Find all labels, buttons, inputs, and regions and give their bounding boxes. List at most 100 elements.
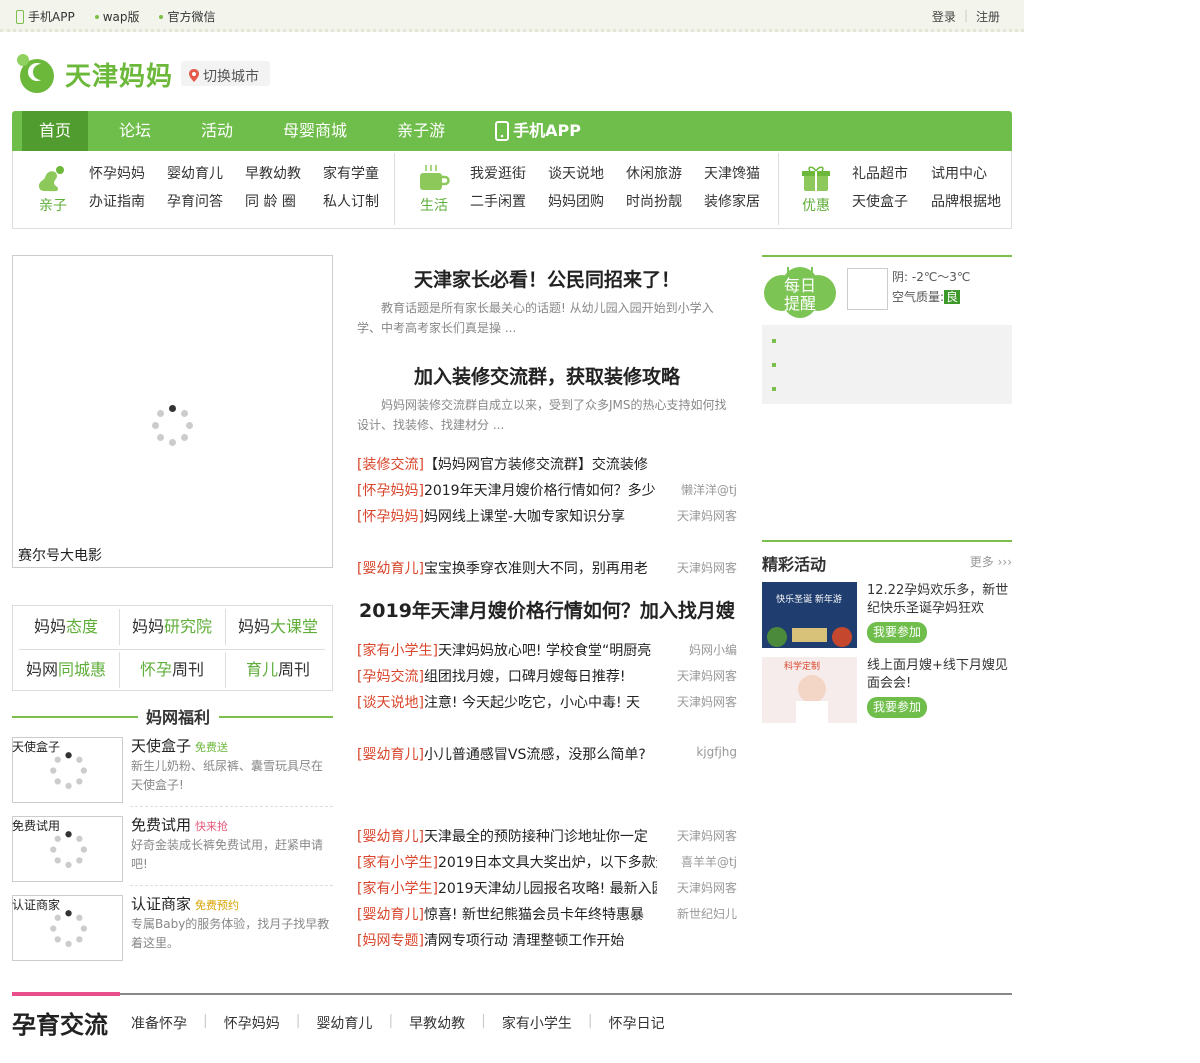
activity-item[interactable]: 科学定制 线上面月嫂+线下月嫂见面会会! 我要参加 [762, 657, 1012, 723]
welfare-thumbnail[interactable]: 认证商家 [12, 895, 123, 961]
divider [778, 153, 779, 225]
subnav-link[interactable]: 礼品超市 [852, 163, 931, 183]
quick-link[interactable]: 妈妈态度 [13, 606, 119, 648]
subnav-link[interactable]: 怀孕妈妈 [89, 163, 167, 183]
subnav-link[interactable]: 天使盒子 [852, 191, 931, 211]
activity-image[interactable]: 科学定制 [762, 657, 857, 723]
section-title: 孕育交流 [12, 1011, 108, 1039]
activity-image[interactable]: 快乐圣诞 新年游 [762, 582, 857, 648]
divider [130, 806, 333, 807]
bullet-icon [159, 14, 164, 19]
phone-icon [16, 9, 24, 24]
logo-text: 天津妈妈 [65, 62, 174, 92]
activities-header: 精彩活动 更多 ››› [762, 540, 1012, 574]
list-item[interactable]: [家有小学生]2019天津幼儿园报名攻略! 最新入园 天津妈网客 [357, 878, 737, 898]
subnav-link[interactable]: 我爱逛街 [470, 163, 548, 183]
welfare-thumbnail[interactable]: 免费试用 [12, 816, 123, 882]
list-item[interactable]: [妈网专题]清网专项行动 清理整顿工作开始 [357, 930, 737, 950]
mobile-app-link[interactable]: 手机APP [16, 8, 75, 25]
weather-icon [847, 268, 888, 310]
air-quality-badge: 良 [944, 290, 961, 304]
headline[interactable]: 天津家长必看！公民同招来了！ [357, 265, 737, 292]
subnav-link[interactable]: 天津馋猫 [704, 163, 782, 183]
subnav-link[interactable]: 品牌根据地 [931, 191, 1021, 211]
quick-link[interactable]: 妈妈大课堂 [225, 606, 331, 648]
nav-home[interactable]: 首页 [22, 111, 89, 151]
subnav-link[interactable]: 同 龄 圈 [245, 191, 323, 211]
video-player[interactable]: 赛尔号大电影 [12, 255, 333, 568]
welfare-thumbnail[interactable]: 天使盒子 [12, 737, 123, 803]
location-pin-icon [189, 69, 199, 82]
top-bar: 手机APP wap版 官方微信 登录 | 注册 [0, 0, 1024, 32]
quick-link[interactable]: 妈网同城惠 [13, 649, 119, 691]
divider [130, 885, 333, 886]
list-item[interactable]: [婴幼育儿]宝宝换季穿衣准则大不同，别再用老 天津妈网客 [357, 558, 737, 578]
daily-reminder: 每日提醒 阴: -2℃～3℃ 空气质量: 良 [762, 255, 1012, 325]
register-link[interactable]: 注册 [976, 8, 1000, 25]
nav-activity[interactable]: 活动 [182, 111, 252, 151]
list-item[interactable]: [婴幼育儿]小儿普通感冒VS流感，没那么简单? kjgfjhg [357, 744, 737, 764]
bullet-icon [772, 339, 776, 343]
loading-spinner-icon [50, 910, 88, 948]
tab-early-edu[interactable]: 早教幼教 [409, 1013, 481, 1033]
welfare-item[interactable]: 天使盒子 天使盒子 免费送 新生儿奶粉、纸尿裤、囊雪玩具尽在天使盒子! [12, 735, 333, 807]
subnav-link[interactable]: 妈妈团购 [548, 191, 626, 211]
quick-link[interactable]: 育儿周刊 [225, 649, 331, 691]
nav-mobile-app[interactable]: 手机APP [476, 111, 600, 151]
nav-mall[interactable]: 母婴商城 [264, 111, 366, 151]
list-item[interactable]: [怀孕妈妈]妈网线上课堂-大咖专家知识分享 天津妈网客 [357, 506, 737, 526]
tab-diary[interactable]: 怀孕日记 [609, 1013, 681, 1033]
subnav-link[interactable]: 孕育问答 [167, 191, 245, 211]
list-item[interactable]: [装修交流]【妈妈网官方装修交流群】交流装修 [357, 454, 737, 474]
subnav-link[interactable]: 试用中心 [931, 163, 1021, 183]
switch-city-button[interactable]: 切换城市 [181, 61, 270, 86]
more-link[interactable]: 更多 ››› [970, 553, 1012, 570]
subnav-link[interactable]: 时尚扮靓 [626, 191, 704, 211]
activity-item[interactable]: 快乐圣诞 新年游 12.22孕妈欢乐多，新世纪快乐圣诞孕妈狂欢 我要参加 [762, 582, 1012, 648]
coffee-cup-icon [420, 165, 450, 190]
divider [394, 153, 395, 225]
login-link[interactable]: 登录 [932, 8, 956, 25]
headline[interactable]: 2019年天津月嫂价格行情如何？加入找月嫂 [357, 596, 737, 623]
welfare-item[interactable]: 免费试用 免费试用 快来抢 好奇金装成长裤免费试用，赶紧申请吧! [12, 814, 333, 886]
weather-temperature: 阴: -2℃～3℃ [892, 270, 971, 284]
wap-link[interactable]: wap版 [94, 8, 139, 25]
subnav-link[interactable]: 二手闲置 [470, 191, 548, 211]
list-item[interactable]: [家有小学生]天津妈妈放心吧! 学校食堂“明厨亮 妈网小编 [357, 640, 737, 660]
loading-spinner-icon [152, 405, 194, 447]
subnav-link[interactable]: 婴幼育儿 [167, 163, 245, 183]
svg-text:科学定制: 科学定制 [784, 660, 820, 672]
subnav-link[interactable]: 休闲旅游 [626, 163, 704, 183]
bullet-icon [772, 363, 776, 367]
welfare-item[interactable]: 认证商家 认证商家 免费预约 专属Baby的服务体验，找月子找早教着这里。 [12, 893, 333, 965]
subnav-link[interactable]: 装修家居 [704, 191, 782, 211]
gift-icon [802, 166, 830, 191]
list-item[interactable]: [家有小学生]2019日本文具大奖出炉，以下多款适 喜羊羊@tj [357, 852, 737, 872]
site-logo[interactable]: 天津妈妈 [13, 50, 173, 96]
list-item[interactable]: [婴幼育儿]惊喜! 新世纪熊猫会员卡年终特惠暴 新世纪妇儿 [357, 904, 737, 924]
nav-family-trip[interactable]: 亲子游 [378, 111, 464, 151]
subnav-link[interactable]: 早教幼教 [245, 163, 323, 183]
tab-pregnant[interactable]: 怀孕妈妈 [224, 1013, 296, 1033]
quick-link[interactable]: 妈妈研究院 [119, 606, 225, 648]
subnav-link[interactable]: 谈天说地 [548, 163, 626, 183]
wechat-link[interactable]: 官方微信 [159, 8, 216, 25]
tab-prepare[interactable]: 准备怀孕 [131, 1013, 203, 1033]
tab-schoolkid[interactable]: 家有小学生 [502, 1013, 588, 1033]
subnav-link[interactable]: 私人订制 [323, 191, 401, 211]
quick-links: 妈妈态度 妈妈研究院 妈妈大课堂 妈网同城惠 怀孕周刊 育儿周刊 [12, 605, 333, 691]
list-item[interactable]: [婴幼育儿]天津最全的预防接种门诊地址你一定 天津妈网客 [357, 826, 737, 846]
headline[interactable]: 加入装修交流群，获取装修攻略 [357, 362, 737, 389]
loading-spinner-icon [50, 752, 88, 790]
subnav-group-deals: 优惠 礼品超市 试用中心 天使盒子 品牌根据地 [799, 151, 1009, 229]
list-item[interactable]: [谈天说地]注意! 今天起少吃它，小心中毒! 天天津妈网客 [357, 692, 737, 712]
join-button[interactable]: 我要参加 [867, 622, 927, 643]
quick-link[interactable]: 怀孕周刊 [119, 649, 225, 691]
subnav-link[interactable]: 办证指南 [89, 191, 167, 211]
join-button[interactable]: 我要参加 [867, 697, 927, 718]
subnav-link[interactable]: 家有学童 [323, 163, 401, 183]
list-item[interactable]: [孕妈交流]组团找月嫂，口碑月嫂每日推荐! 天津妈网客 [357, 666, 737, 686]
list-item[interactable]: [怀孕妈妈]2019年天津月嫂价格行情如何？多少 懒洋洋@tj [357, 480, 737, 500]
tab-baby[interactable]: 婴幼育儿 [316, 1013, 388, 1033]
nav-forum[interactable]: 论坛 [100, 111, 170, 151]
